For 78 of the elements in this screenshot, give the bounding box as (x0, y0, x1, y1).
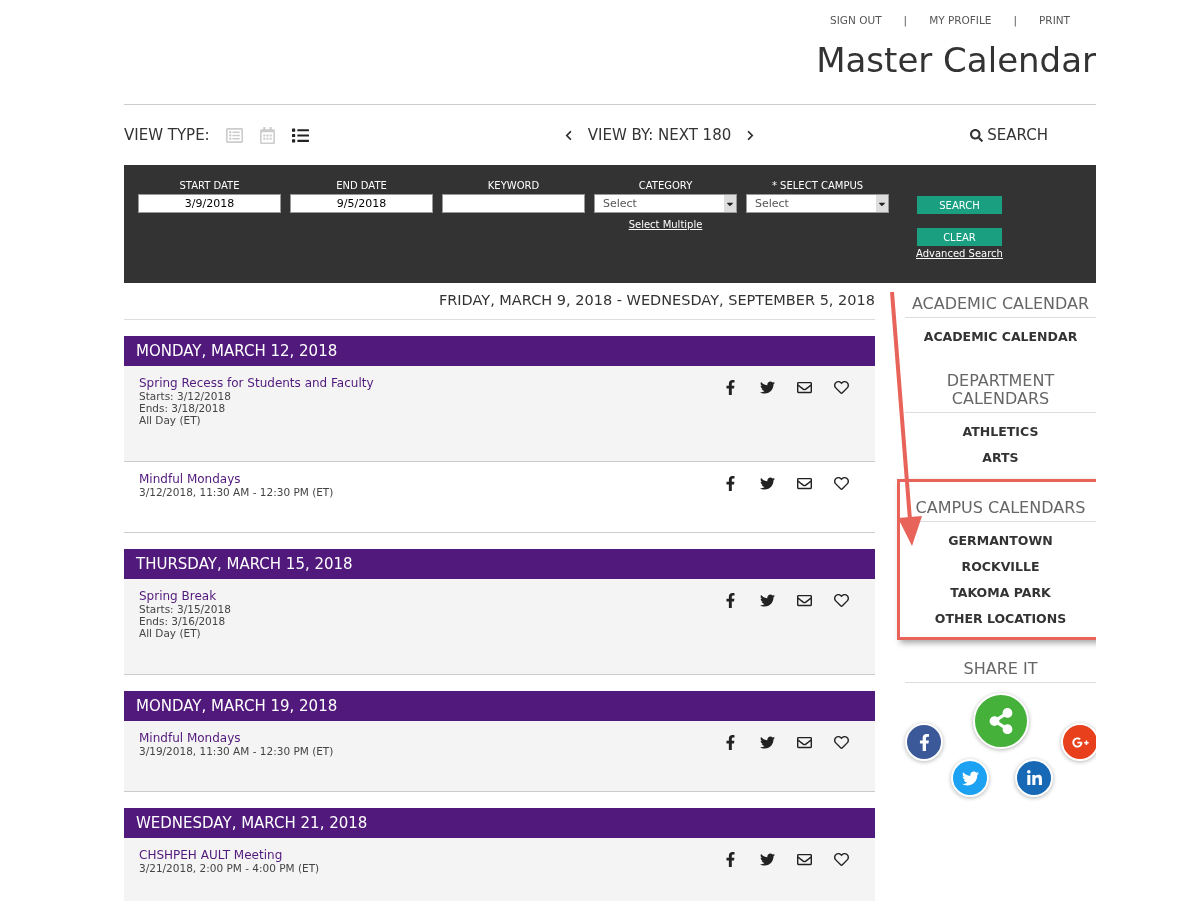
day-heading: MONDAY, MARCH 12, 2018 (124, 336, 875, 366)
facebook-icon[interactable] (905, 723, 943, 761)
date-range: FRIDAY, MARCH 9, 2018 - WEDNESDAY, SEPTEMBER 5, 2018 (124, 283, 875, 320)
sidebar-link[interactable]: GERMANTOWN (948, 533, 1053, 548)
sidebar-heading: SHARE IT (905, 654, 1096, 683)
input-field[interactable]: 3/9/2018 (138, 194, 281, 213)
advanced-search-link[interactable]: Advanced Search (916, 248, 1003, 259)
facebook-icon[interactable] (723, 735, 738, 750)
sidebar-link[interactable]: OTHER LOCATIONS (934, 611, 1067, 626)
event-title[interactable]: Mindful Mondays (139, 731, 334, 745)
twitter-icon[interactable] (760, 380, 775, 395)
event-detail: All Day (ET) (139, 627, 202, 639)
day-heading: THURSDAY, MARCH 15, 2018 (124, 549, 875, 579)
heart-icon[interactable] (834, 735, 849, 750)
twitter-icon[interactable] (760, 593, 775, 608)
search-icon (970, 128, 984, 142)
envelope-icon[interactable] (797, 476, 812, 491)
linkedin-icon[interactable] (1015, 759, 1053, 797)
top-nav-link[interactable]: MY PROFILE (929, 14, 992, 26)
input-field[interactable]: 9/5/2018 (290, 194, 433, 213)
event-title[interactable]: Spring Break (139, 589, 231, 603)
envelope-icon[interactable] (797, 735, 812, 750)
heart-icon[interactable] (834, 476, 849, 491)
day-heading: WEDNESDAY, MARCH 21, 2018 (124, 808, 875, 838)
facebook-icon[interactable] (723, 476, 738, 491)
select-dropdown[interactable]: Select (746, 194, 889, 213)
facebook-icon[interactable] (723, 380, 738, 395)
sidebar-link[interactable]: TAKOMA PARK (950, 585, 1051, 600)
twitter-icon[interactable] (760, 735, 775, 750)
view-type-label: VIEW TYPE: (124, 126, 210, 144)
top-nav-link[interactable]: PRINT (1039, 14, 1070, 26)
facebook-icon[interactable] (723, 852, 738, 867)
event-detail: Ends: 3/18/2018 (139, 402, 227, 414)
select-multiple-link[interactable]: Select Multiple (628, 219, 703, 230)
event-detail: 3/19/2018, 11:30 AM - 12:30 PM (ET) (139, 745, 334, 757)
share-icon[interactable] (973, 693, 1029, 749)
event-detail: Starts: 3/12/2018 (139, 390, 232, 402)
separator: | (903, 14, 908, 26)
event-title[interactable]: Spring Recess for Students and Faculty (139, 376, 374, 390)
sidebar-link[interactable]: ARTS (982, 450, 1019, 465)
field-label: START DATE (179, 180, 240, 191)
top-nav-link[interactable]: SIGN OUT (830, 14, 882, 26)
field-label: END DATE (336, 180, 387, 191)
event-detail: All Day (ET) (139, 414, 202, 426)
select-dropdown[interactable]: Select (594, 194, 737, 213)
field-label: * SELECT CAMPUS (771, 180, 864, 191)
field-label: CATEGORY (638, 180, 693, 191)
envelope-icon[interactable] (797, 380, 812, 395)
facebook-icon[interactable] (723, 593, 738, 608)
heart-icon[interactable] (834, 852, 849, 867)
sidebar-heading: ACADEMIC CALENDAR (905, 289, 1096, 318)
field-label: KEYWORD (487, 180, 540, 191)
event-detail: 3/21/2018, 2:00 PM - 4:00 PM (ET) (139, 862, 320, 874)
event-detail: Starts: 3/15/2018 (139, 603, 231, 615)
day-heading: MONDAY, MARCH 19, 2018 (124, 691, 875, 721)
view-by-label: VIEW BY: NEXT 180 (587, 126, 732, 144)
sidebar-link[interactable]: ROCKVILLE (961, 559, 1040, 574)
google-plus-icon[interactable] (1061, 723, 1096, 761)
sidebar-link[interactable]: ATHLETICS (962, 424, 1039, 439)
list-icon[interactable] (291, 126, 309, 144)
sidebar-heading: DEPARTMENT CALENDARS (905, 366, 1096, 413)
twitter-icon[interactable] (760, 476, 775, 491)
input-field[interactable] (442, 194, 585, 213)
page-title: Master Calendar (124, 40, 1096, 105)
twitter-icon[interactable] (760, 852, 775, 867)
search-link[interactable]: SEARCH (970, 126, 1048, 144)
heart-icon[interactable] (834, 593, 849, 608)
heart-icon[interactable] (834, 380, 849, 395)
event-detail: 3/12/2018, 11:30 AM - 12:30 PM (ET) (139, 486, 334, 498)
envelope-icon[interactable] (797, 852, 812, 867)
event-title[interactable]: Mindful Mondays (139, 472, 334, 486)
event-detail: Ends: 3/16/2018 (139, 615, 227, 627)
event-title[interactable]: CHSHPEH AULT Meeting (139, 848, 320, 862)
separator: | (1013, 14, 1017, 26)
caret-icon (724, 195, 736, 212)
envelope-icon[interactable] (797, 593, 812, 608)
sidebar-link[interactable]: ACADEMIC CALENDAR (923, 329, 1078, 344)
caret-icon (876, 195, 888, 212)
